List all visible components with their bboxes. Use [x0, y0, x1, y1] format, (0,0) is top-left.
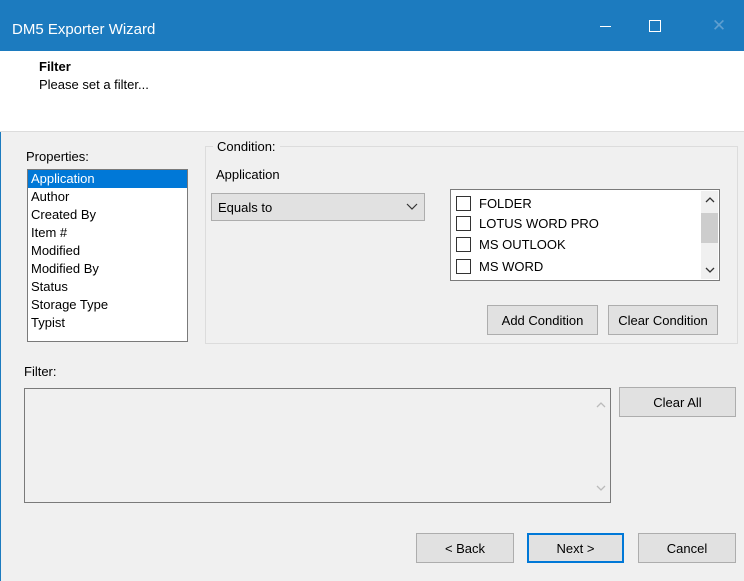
condition-legend: Condition: [213, 139, 280, 154]
minimize-icon [599, 26, 611, 27]
property-item[interactable]: Modified By [28, 260, 187, 278]
maximize-button[interactable] [632, 0, 678, 51]
scroll-down-button[interactable] [701, 262, 718, 279]
next-button[interactable]: Next > [527, 533, 624, 563]
chevron-down-icon [705, 267, 714, 273]
window-border [0, 132, 1, 581]
cancel-button[interactable]: Cancel [638, 533, 736, 563]
scroll-thumb[interactable] [701, 213, 718, 243]
checkbox[interactable] [456, 215, 471, 231]
filter-textbox[interactable] [24, 388, 611, 503]
operator-value: Equals to [218, 200, 273, 215]
checklist-item[interactable]: FOLDER [456, 193, 532, 213]
property-item[interactable]: Author [28, 188, 187, 206]
clear-all-button[interactable]: Clear All [619, 387, 736, 417]
checklist-scrollbar[interactable] [701, 191, 718, 279]
clear-condition-button[interactable]: Clear Condition [608, 305, 718, 335]
checklist-item[interactable]: LOTUS WORD PRO [456, 213, 599, 233]
scroll-up-button[interactable] [591, 395, 610, 414]
property-item[interactable]: Created By [28, 206, 187, 224]
page-subtitle: Please set a filter... [39, 77, 149, 92]
checklist-item-label: MS WORD [479, 258, 544, 274]
filter-label: Filter: [24, 364, 57, 379]
maximize-icon [649, 19, 661, 32]
window-title: DM5 Exporter Wizard [12, 21, 156, 38]
chevron-up-icon [705, 197, 714, 203]
chevron-up-icon [596, 402, 605, 408]
checklist-item[interactable]: MS WORD [456, 256, 543, 276]
checkbox[interactable] [456, 236, 471, 252]
checkbox[interactable] [456, 258, 471, 274]
checklist-item[interactable]: MS OUTLOOK [456, 234, 566, 254]
add-condition-button[interactable]: Add Condition [487, 305, 598, 335]
close-button[interactable]: ✕ [696, 0, 742, 51]
chevron-down-icon [406, 203, 418, 210]
condition-property-name: Application [216, 167, 280, 182]
property-item[interactable]: Item # [28, 224, 187, 242]
property-item[interactable]: Status [28, 278, 187, 296]
properties-listbox[interactable]: Application Author Created By Item # Mod… [27, 169, 188, 342]
checklist-item-label: MS OUTLOOK [479, 236, 566, 252]
operator-dropdown[interactable]: Equals to [211, 193, 425, 221]
property-item[interactable]: Storage Type [28, 296, 187, 314]
checklist-item-label: FOLDER [479, 195, 532, 211]
scroll-up-button[interactable] [701, 191, 718, 208]
condition-values-checklist[interactable]: FOLDER LOTUS WORD PRO MS OUTLOOK MS WORD [450, 189, 720, 281]
checklist-item-label: LOTUS WORD PRO [479, 215, 599, 231]
property-item[interactable]: Application [28, 170, 187, 188]
property-item[interactable]: Typist [28, 314, 187, 332]
checkbox[interactable] [456, 195, 471, 211]
filter-scrollbar[interactable] [591, 389, 610, 502]
close-icon: ✕ [711, 15, 727, 35]
property-item[interactable]: Modified [28, 242, 187, 260]
scroll-down-button[interactable] [591, 479, 610, 498]
wizard-header: Filter Please set a filter... [0, 51, 744, 132]
back-button[interactable]: < Back [416, 533, 514, 563]
minimize-button[interactable] [582, 0, 628, 51]
properties-label: Properties: [26, 149, 89, 164]
page-title: Filter [39, 59, 71, 74]
title-bar: DM5 Exporter Wizard ✕ [0, 0, 744, 51]
chevron-down-icon [596, 485, 605, 491]
